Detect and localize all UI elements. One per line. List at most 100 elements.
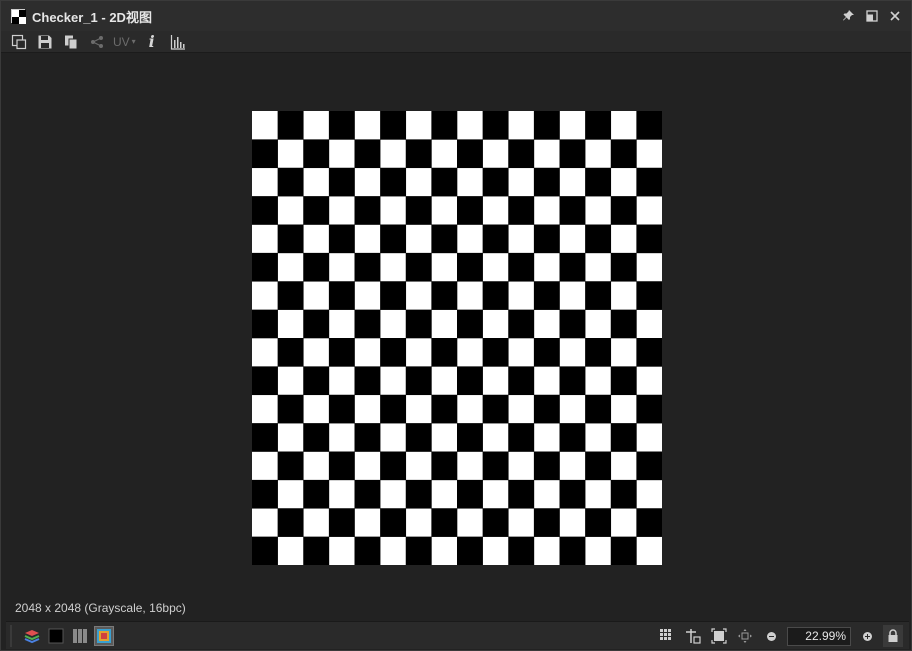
grid-icon[interactable]	[657, 626, 677, 646]
zoom-out-icon[interactable]	[761, 626, 781, 646]
checker-cell	[277, 394, 304, 424]
view-mode-icon[interactable]	[94, 625, 114, 646]
checker-cell	[277, 338, 304, 367]
checker-cell	[328, 338, 355, 367]
histogram-icon[interactable]	[168, 32, 188, 52]
checker-cell	[585, 111, 612, 140]
checker-cell	[457, 366, 483, 396]
checker-cell	[482, 224, 509, 254]
checker-cell	[303, 139, 330, 169]
checker-cell	[482, 281, 509, 310]
checker-cell	[482, 111, 509, 140]
checker-cell	[585, 508, 612, 537]
checker-cell	[277, 508, 304, 537]
checker-cell	[559, 196, 586, 225]
checker-cell	[354, 252, 381, 282]
tile-icon[interactable]	[683, 626, 703, 646]
checker-cell	[585, 394, 612, 424]
checker-cell	[354, 139, 381, 169]
checker-cell	[482, 508, 509, 537]
checker-cell	[431, 281, 458, 310]
checker-cell	[559, 309, 586, 339]
checker-cell	[533, 167, 560, 197]
checker-cell	[303, 196, 330, 225]
layers-icon[interactable]	[22, 626, 42, 646]
checker-cell	[252, 252, 278, 282]
save-icon[interactable]	[35, 32, 55, 52]
checker-cell	[457, 536, 483, 565]
zoom-level-field[interactable]: 22.99%	[787, 626, 851, 646]
checker-cell	[405, 366, 432, 396]
checker-cell	[636, 111, 662, 140]
pan-icon[interactable]	[735, 626, 755, 646]
checker-cell	[508, 479, 535, 509]
checker-cell	[533, 281, 560, 310]
info-icon[interactable]: i	[142, 32, 162, 52]
checker-cell	[354, 309, 381, 339]
pin-icon[interactable]	[840, 7, 857, 24]
checker-cell	[533, 451, 560, 481]
checker-cell	[610, 309, 637, 339]
checker-cell	[277, 451, 304, 481]
checker-cell	[328, 281, 355, 310]
checker-cell	[354, 536, 381, 565]
checker-cell	[380, 394, 407, 424]
copy-icon[interactable]	[61, 32, 81, 52]
checker-cell	[533, 111, 560, 140]
window-title: Checker_1 - 2D视图	[32, 9, 152, 25]
checker-cell	[354, 423, 381, 452]
checker-cell	[482, 167, 509, 197]
title-bar[interactable]: Checker_1 - 2D视图	[1, 1, 911, 31]
checker-cell	[482, 338, 509, 367]
checker-cell	[610, 252, 637, 282]
uv-dropdown[interactable]: UV ▾	[113, 32, 136, 52]
checker-cell	[405, 139, 432, 169]
checker-cell	[457, 139, 483, 169]
fit-view-icon[interactable]	[709, 626, 729, 646]
checker-cell	[508, 139, 535, 169]
image-viewport[interactable]	[6, 54, 909, 619]
checker-cell	[405, 536, 432, 565]
checker-cell	[252, 309, 278, 339]
checker-cell	[277, 281, 304, 310]
2d-view-window: Checker_1 - 2D视图 UV ▾ i 2048 x 2048 (Gra…	[0, 0, 912, 651]
checker-cell	[508, 252, 535, 282]
black-swatch-icon[interactable]	[46, 626, 66, 646]
zoom-in-icon[interactable]	[857, 626, 877, 646]
view-toolbar: UV ▾ i	[1, 31, 911, 53]
checker-cell	[610, 536, 637, 565]
checker-window-icon	[11, 9, 26, 24]
checker-cell	[354, 479, 381, 509]
checker-cell	[585, 451, 612, 481]
checker-cell	[431, 508, 458, 537]
share-graph-icon[interactable]	[87, 32, 107, 52]
chevron-down-icon: ▾	[131, 37, 136, 46]
checker-cell	[610, 139, 637, 169]
export-image-icon[interactable]	[9, 32, 29, 52]
checker-cell	[405, 252, 432, 282]
checker-cell	[303, 366, 330, 396]
checker-cell	[328, 451, 355, 481]
lock-icon[interactable]	[883, 625, 903, 647]
checker-cell	[636, 394, 662, 424]
checker-cell	[508, 366, 535, 396]
checker-cell	[636, 451, 662, 481]
checker-cell	[380, 167, 407, 197]
checker-cell	[431, 338, 458, 367]
checker-cell	[559, 252, 586, 282]
checker-cell	[303, 309, 330, 339]
float-window-icon[interactable]	[863, 7, 880, 24]
checker-cell	[457, 196, 483, 225]
checker-cell	[636, 338, 662, 367]
checker-cell	[559, 479, 586, 509]
checker-cell	[431, 167, 458, 197]
checker-cell	[252, 536, 278, 565]
checker-cell	[610, 423, 637, 452]
close-icon[interactable]	[886, 7, 903, 24]
channels-icon[interactable]	[70, 626, 90, 646]
checker-cell	[328, 394, 355, 424]
checker-cell	[303, 423, 330, 452]
checker-cell	[610, 479, 637, 509]
checker-cell	[380, 451, 407, 481]
checker-cell	[559, 536, 586, 565]
